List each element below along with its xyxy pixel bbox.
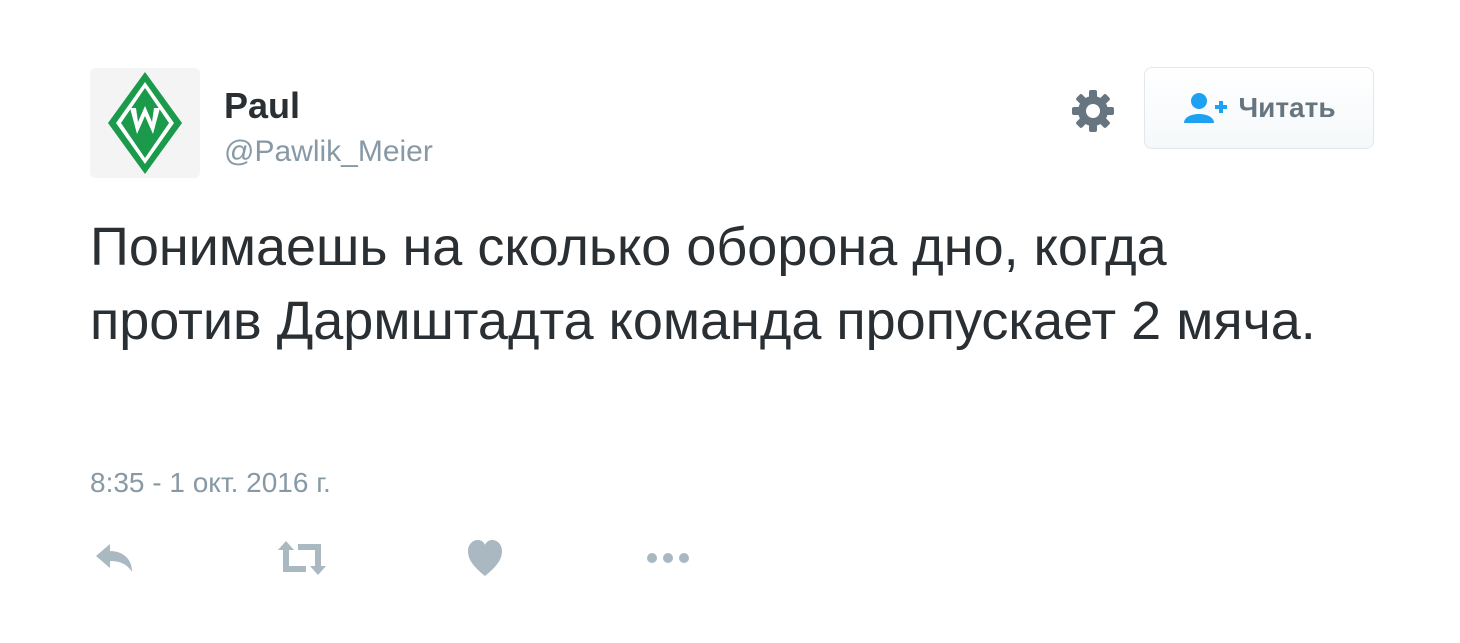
gear-icon[interactable] <box>1070 88 1116 134</box>
follow-button-label: Читать <box>1238 92 1336 123</box>
author-name[interactable]: Paul <box>224 84 300 128</box>
heart-icon[interactable] <box>466 536 504 580</box>
werder-bremen-logo-icon <box>90 68 200 178</box>
avatar[interactable] <box>90 68 200 178</box>
tweet-timestamp[interactable]: 8:35 - 1 окт. 2016 г. <box>90 466 331 500</box>
more-icon[interactable] <box>644 536 692 580</box>
author-handle[interactable]: @Pawlik_Meier <box>224 133 433 171</box>
tweet-text: Понимаешь на сколько оборона дно, когда … <box>90 217 1316 351</box>
add-user-icon <box>1184 93 1228 123</box>
follow-button[interactable]: Читать <box>1144 67 1374 149</box>
reply-icon[interactable] <box>92 536 136 580</box>
retweet-icon[interactable] <box>276 536 328 580</box>
tweet-card: Paul @Pawlik_Meier Читать Понимаешь на с… <box>0 0 1460 643</box>
